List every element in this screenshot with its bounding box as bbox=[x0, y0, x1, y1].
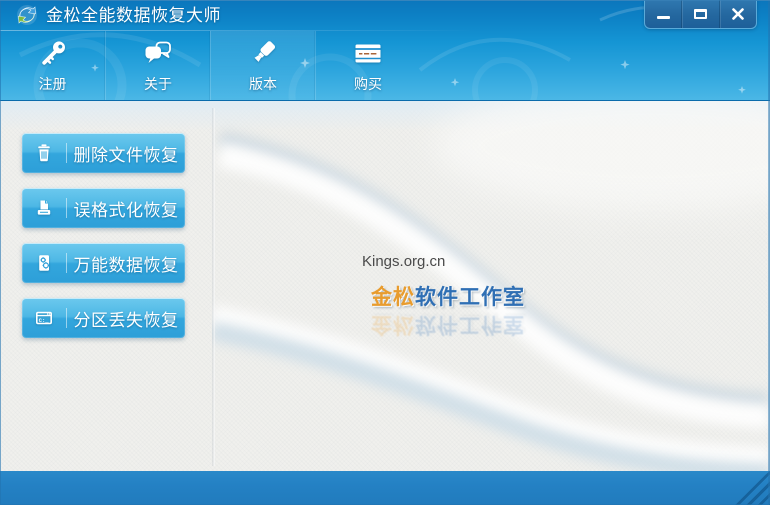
toolbar-item-version[interactable]: 版本 bbox=[210, 31, 315, 100]
watermark-url: Kings.org.cn bbox=[362, 253, 446, 270]
toolbar-item-label: 关于 bbox=[144, 76, 172, 92]
close-icon bbox=[732, 8, 744, 20]
drive-letter-text: C:_ bbox=[39, 317, 50, 324]
close-button[interactable] bbox=[718, 0, 756, 28]
toolbar: 注册 关于 版本 购买 bbox=[0, 31, 420, 100]
minimize-button[interactable] bbox=[645, 0, 681, 28]
sidebar-button-label: 删除文件恢复 bbox=[73, 145, 179, 165]
sidebar-content-divider bbox=[212, 108, 215, 466]
save-disk-icon bbox=[22, 198, 66, 218]
status-bar bbox=[0, 471, 770, 505]
document-gears-icon bbox=[22, 253, 66, 273]
chat-bubbles-icon bbox=[145, 41, 171, 63]
minimize-icon bbox=[656, 15, 670, 19]
key-icon bbox=[41, 41, 65, 65]
sidebar-button-universal-recovery[interactable]: 万能数据恢复 bbox=[22, 243, 185, 283]
app-logo-sync-icon[interactable] bbox=[16, 4, 38, 26]
sidebar-button-label: 误格式化恢复 bbox=[73, 200, 179, 220]
sidebar-button-deleted-file-recovery[interactable]: 删除文件恢复 bbox=[22, 133, 185, 173]
toolbar-item-label: 版本 bbox=[249, 76, 277, 92]
toolbar-item-about[interactable]: 关于 bbox=[105, 31, 210, 100]
watermark-studio: 金松软件工作室 bbox=[371, 281, 525, 311]
sidebar-button-label: 分区丢失恢复 bbox=[73, 310, 179, 330]
toolbar-item-register[interactable]: 注册 bbox=[0, 31, 105, 100]
watermark-studio-prefix: 金松 bbox=[371, 286, 415, 309]
resize-grip[interactable] bbox=[728, 471, 770, 505]
toolbar-item-buy[interactable]: 购买 bbox=[315, 31, 420, 100]
toolbar-item-label: 注册 bbox=[38, 76, 67, 92]
maximize-icon bbox=[693, 9, 707, 19]
trash-icon bbox=[22, 143, 66, 163]
watermark-studio-suffix: 软件工作室 bbox=[415, 286, 525, 309]
sidebar-button-partition-recovery[interactable]: C:_ 分区丢失恢复 bbox=[22, 298, 185, 338]
watermark-studio-suffix: 软件工作室 bbox=[415, 313, 525, 336]
watermark-studio-reflection: 金松软件工作室 bbox=[371, 311, 525, 341]
drive-partition-icon: C:_ bbox=[22, 308, 66, 328]
window-title: 金松全能数据恢复大师 bbox=[46, 6, 221, 25]
maximize-button[interactable] bbox=[681, 0, 718, 28]
marker-icon bbox=[254, 41, 276, 62]
window-controls bbox=[644, 0, 757, 29]
sidebar-button-label: 万能数据恢复 bbox=[73, 255, 179, 275]
window-header: 金松全能数据恢复大师 注册 关于 版本 购买 bbox=[0, 0, 770, 101]
watermark-studio-prefix: 金松 bbox=[371, 313, 415, 336]
toolbar-item-label: 购买 bbox=[354, 76, 382, 92]
sidebar-button-format-recovery[interactable]: 误格式化恢复 bbox=[22, 188, 185, 228]
banknote-icon bbox=[355, 44, 381, 63]
